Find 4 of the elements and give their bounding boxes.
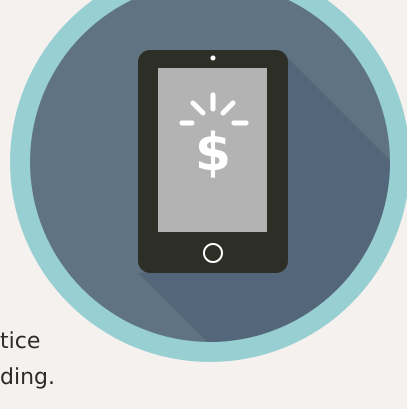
dollar-sign: $ — [194, 123, 232, 183]
paragraph-line: ding. — [0, 364, 55, 392]
sunburst-icon — [180, 92, 248, 126]
paragraph-line: tice — [0, 328, 40, 356]
